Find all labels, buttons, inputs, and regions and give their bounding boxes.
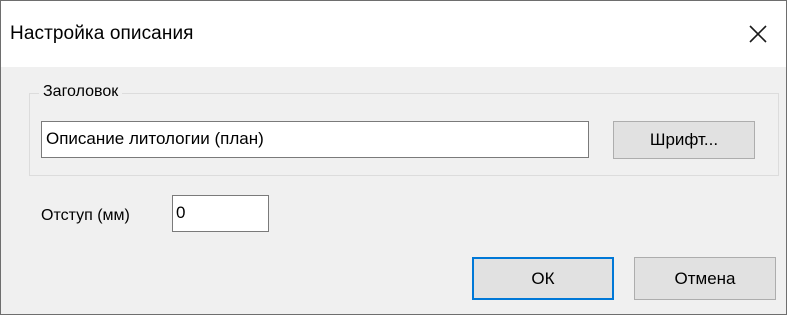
- close-icon: [749, 25, 767, 43]
- header-text-field[interactable]: Описание литологии (план): [41, 121, 589, 158]
- close-button[interactable]: [734, 1, 786, 67]
- ok-button[interactable]: ОК: [472, 257, 614, 300]
- cancel-button[interactable]: Отмена: [634, 257, 776, 300]
- dialog-title: Настройка описания: [10, 23, 194, 44]
- settings-dialog: Настройка описания Заголовок Описание ли…: [0, 0, 787, 315]
- indent-field[interactable]: 0: [172, 195, 269, 232]
- title-bar: Настройка описания: [1, 1, 786, 67]
- header-group-legend: Заголовок: [39, 83, 123, 101]
- font-button[interactable]: Шрифт...: [613, 121, 755, 159]
- indent-label: Отступ (мм): [41, 207, 130, 224]
